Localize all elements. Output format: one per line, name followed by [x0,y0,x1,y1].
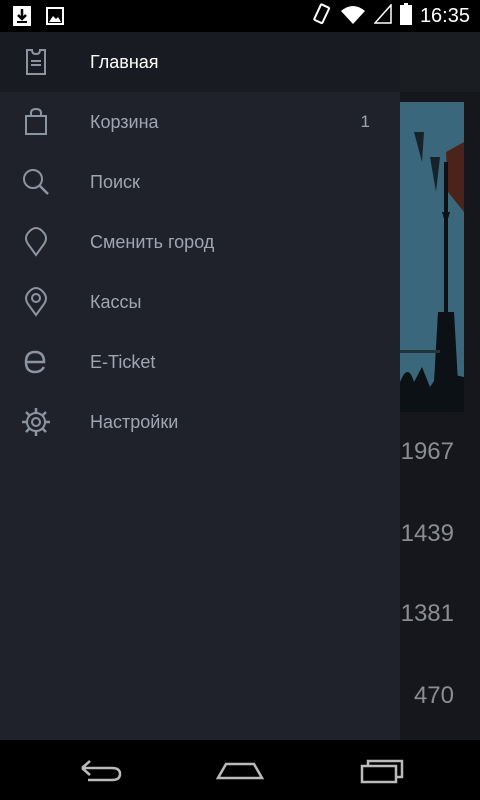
drawer-item-change-city[interactable]: Сменить город [0,212,400,272]
movie-poster[interactable] [400,102,464,412]
image-icon [46,5,64,32]
drawer-item-cart[interactable]: Корзина 1 [0,92,400,152]
drawer-item-settings[interactable]: Настройки [0,392,400,452]
drawer-item-label: Кассы [90,291,142,312]
drawer-item-label: Главная [90,51,159,72]
signal-icon [373,2,392,29]
drawer-item-label: Сменить город [90,231,215,252]
location-pin-icon [20,226,52,258]
drawer-item-label: E-Ticket [90,351,156,372]
back-button[interactable] [74,756,126,786]
ticket-icon [20,46,52,78]
e-ticket-icon [20,346,52,378]
drawer-item-home[interactable]: Главная [0,32,400,92]
recent-apps-icon [360,759,404,784]
list-value: 1439 [400,520,454,547]
vibrate-icon [310,2,332,30]
list-value: 470 [413,682,454,709]
drawer-item-e-ticket[interactable]: E-Ticket [0,332,400,392]
drawer-item-label: Поиск [90,171,140,192]
navigation-drawer: Главная Корзина 1 Поиск Сменить город Ка… [0,32,400,740]
bag-icon [20,106,52,138]
place-icon [20,286,52,318]
home-icon [215,762,265,780]
recent-apps-button[interactable] [356,756,408,786]
wifi-icon [340,3,366,30]
list-value: 1381 [400,600,454,627]
drawer-item-label: Корзина [90,111,159,132]
cart-count-badge: 1 [360,112,370,131]
status-bar: 16:35 [0,0,480,32]
download-icon [12,5,32,32]
system-navigation-bar [0,740,480,800]
search-icon [20,166,52,198]
drawer-item-search[interactable]: Поиск [0,152,400,212]
list-value: 1967 [400,438,454,465]
battery-icon [399,2,412,30]
drawer-item-box-offices[interactable]: Кассы [0,272,400,332]
settings-icon [20,406,52,438]
home-button[interactable] [214,756,266,786]
clock: 16:35 [419,4,470,27]
back-icon [81,760,122,782]
drawer-item-label: Настройки [90,411,179,432]
